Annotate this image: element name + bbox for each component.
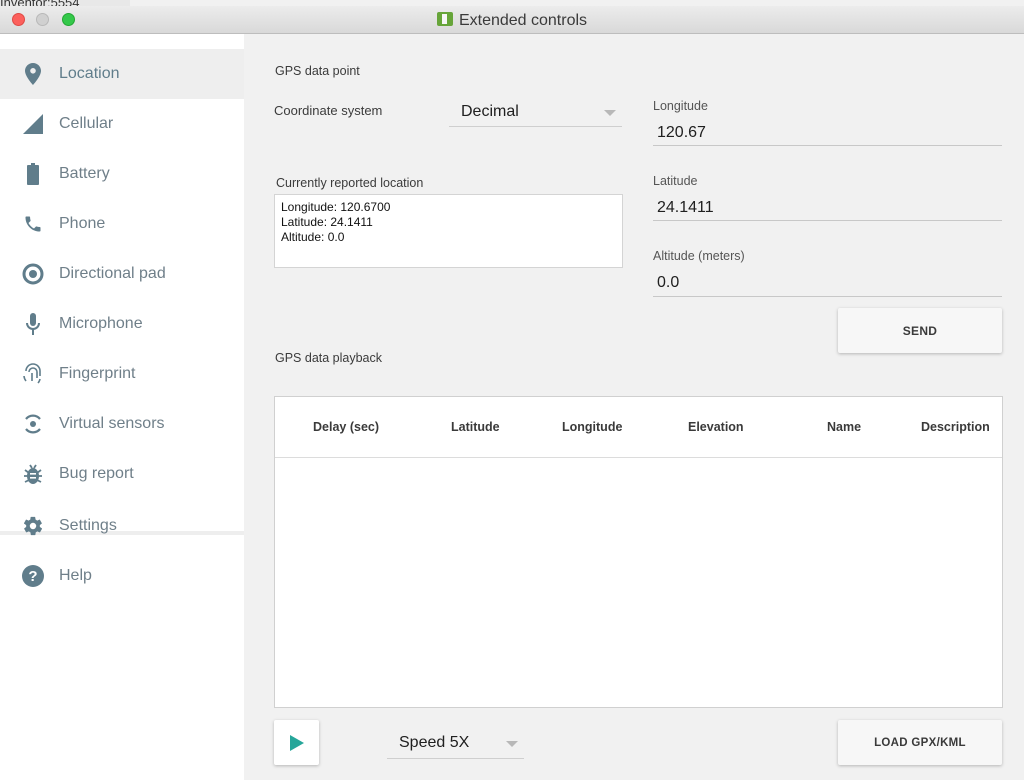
sidebar: Location Cellular Battery Phone Directio… (0, 34, 244, 780)
longitude-input[interactable]: 120.67 (657, 124, 706, 142)
sidebar-item-label: Settings (59, 517, 117, 534)
sidebar-item-label: Battery (59, 165, 110, 182)
sidebar-item-label: Help (59, 567, 92, 584)
microphone-icon (22, 313, 44, 335)
reported-altitude: Altitude: 0.0 (281, 230, 345, 244)
sidebar-item-fingerprint[interactable]: Fingerprint (0, 349, 244, 399)
reported-latitude: Latitude: 24.1411 (281, 215, 373, 229)
sidebar-item-help[interactable]: ? Help (0, 551, 244, 601)
bug-icon (22, 463, 44, 485)
fingerprint-icon (22, 363, 44, 385)
altitude-underline (653, 296, 1002, 297)
gps-point-section-title: GPS data point (275, 64, 360, 78)
help-icon: ? (22, 565, 44, 587)
sidebar-item-microphone[interactable]: Microphone (0, 299, 244, 349)
sidebar-item-label: Phone (59, 215, 106, 232)
reported-location-box: Longitude: 120.6700 Latitude: 24.1411 Al… (274, 194, 623, 268)
sidebar-item-bug-report[interactable]: Bug report (0, 449, 244, 499)
reported-location-label: Currently reported location (276, 176, 424, 190)
play-icon (289, 734, 304, 751)
play-button[interactable] (274, 720, 319, 765)
latitude-input[interactable]: 24.1411 (657, 199, 714, 217)
sidebar-item-label: Location (59, 65, 120, 82)
sidebar-item-label: Directional pad (59, 265, 166, 282)
sidebar-item-directional-pad[interactable]: Directional pad (0, 249, 244, 299)
longitude-label: Longitude (653, 99, 708, 113)
sidebar-item-battery[interactable]: Battery (0, 149, 244, 199)
sidebar-item-label: Virtual sensors (59, 415, 165, 432)
app-icon (436, 12, 453, 26)
send-button[interactable]: SEND (838, 308, 1002, 353)
window-title: Extended controls (0, 12, 1024, 30)
column-header-elevation[interactable]: Elevation (688, 420, 744, 434)
column-header-description[interactable]: Description (921, 420, 990, 434)
coordinate-system-select[interactable]: Decimal (449, 96, 622, 127)
dpad-icon (22, 263, 44, 285)
latitude-label: Latitude (653, 174, 698, 188)
sidebar-item-virtual-sensors[interactable]: Virtual sensors (0, 399, 244, 449)
sidebar-item-cellular[interactable]: Cellular (0, 99, 244, 149)
gear-icon (22, 515, 44, 537)
svg-text:?: ? (28, 568, 37, 585)
altitude-label: Altitude (meters) (653, 249, 745, 263)
gps-playback-section-title: GPS data playback (275, 351, 383, 365)
gps-playback-table: Delay (sec) Latitude Longitude Elevation… (274, 396, 1003, 708)
sidebar-item-label: Fingerprint (59, 365, 136, 382)
column-header-delay[interactable]: Delay (sec) (313, 420, 379, 434)
sidebar-item-label: Cellular (59, 115, 114, 132)
column-header-latitude[interactable]: Latitude (451, 420, 500, 434)
table-header: Delay (sec) Latitude Longitude Elevation… (275, 397, 1002, 458)
sidebar-item-settings[interactable]: Settings (0, 501, 244, 551)
reported-longitude: Longitude: 120.6700 (281, 200, 391, 214)
chevron-down-icon (604, 110, 616, 116)
load-gpx-kml-button[interactable]: LOAD GPX/KML (838, 720, 1002, 765)
cellular-signal-icon (22, 113, 44, 135)
virtual-sensors-icon (22, 413, 44, 435)
sidebar-item-phone[interactable]: Phone (0, 199, 244, 249)
chevron-down-icon (506, 741, 518, 747)
phone-icon (22, 213, 44, 235)
altitude-input[interactable]: 0.0 (657, 274, 679, 292)
coordinate-system-label: Coordinate system (274, 103, 383, 118)
battery-icon (22, 163, 44, 185)
location-pin-icon (22, 63, 44, 85)
sidebar-item-location[interactable]: Location (0, 49, 244, 99)
column-header-longitude[interactable]: Longitude (562, 420, 622, 434)
longitude-underline (653, 145, 1002, 146)
column-header-name[interactable]: Name (827, 420, 861, 434)
title-bar: Extended controls (0, 6, 1024, 34)
sidebar-item-label: Microphone (59, 315, 143, 332)
playback-speed-select[interactable]: Speed 5X (387, 727, 524, 759)
latitude-underline (653, 220, 1002, 221)
sidebar-item-label: Bug report (59, 465, 134, 482)
